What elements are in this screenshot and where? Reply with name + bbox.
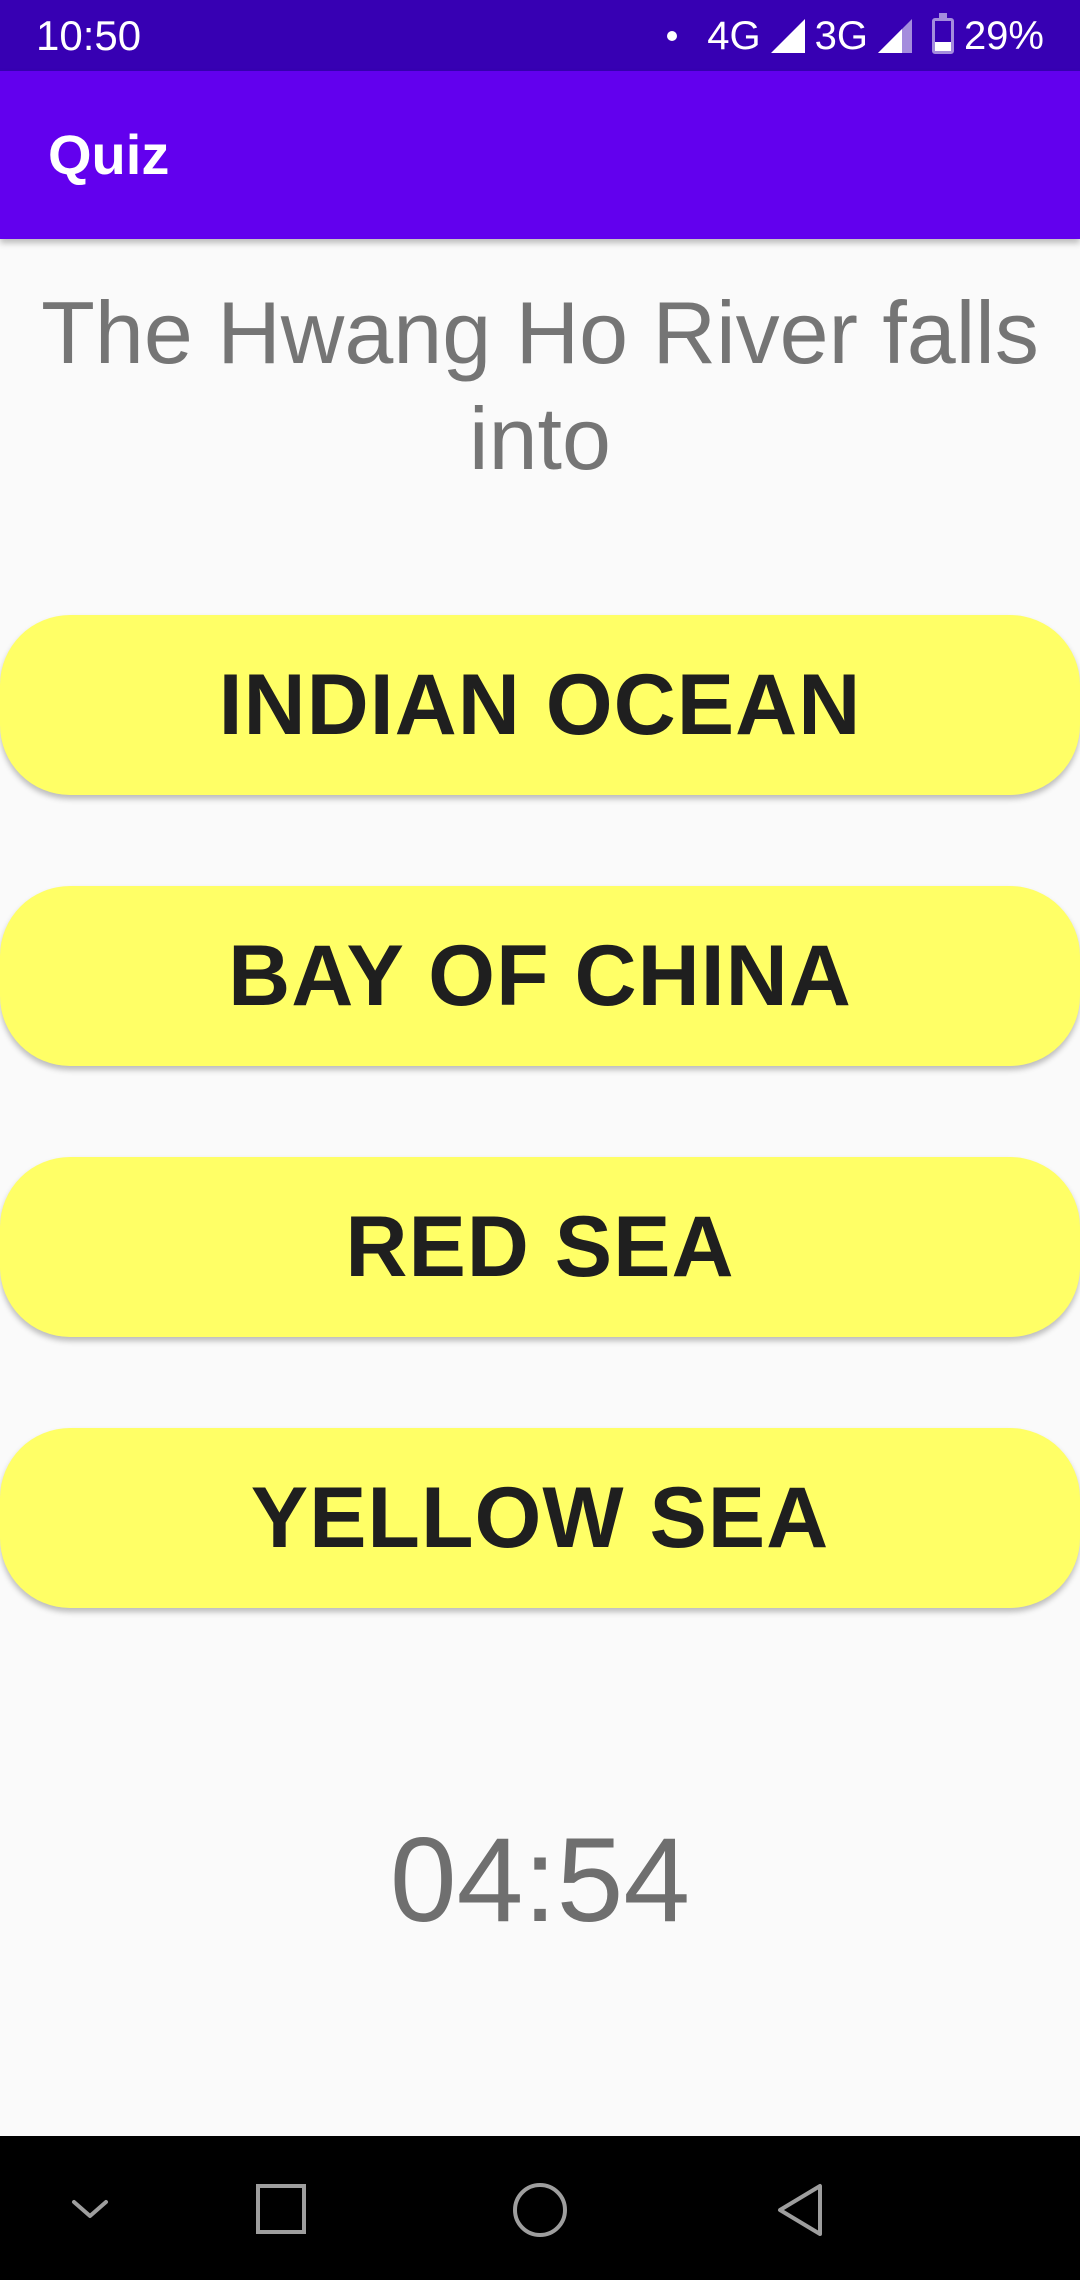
battery-percent: 29% <box>963 13 1044 58</box>
quiz-screen: 10:50 4G 3G 29% Quiz The Hwang Ho River … <box>0 0 1080 2280</box>
navigation-bar <box>0 2136 1080 2280</box>
notification-dot-icon <box>667 31 678 41</box>
chevron-down-icon[interactable] <box>68 2178 112 2243</box>
home-circle-icon[interactable] <box>510 2178 570 2243</box>
question-text: The Hwang Ho River falls into <box>41 283 1039 488</box>
answer-button-4[interactable]: YELLOW SEA <box>0 1428 1080 1608</box>
app-bar: Quiz <box>0 71 1080 239</box>
signal-strength-icon <box>770 19 805 53</box>
app-title: Quiz <box>48 123 170 186</box>
signal-strength-icon <box>877 19 912 53</box>
network-4g-label: 4G <box>707 13 761 58</box>
answer-button-1[interactable]: INDIAN OCEAN <box>0 615 1080 795</box>
countdown-timer: 04:54 <box>389 1813 691 1947</box>
answer-button-3[interactable]: RED SEA <box>0 1157 1080 1337</box>
back-triangle-icon[interactable] <box>770 2178 830 2243</box>
status-time: 10:50 <box>36 12 142 59</box>
answer-button-2[interactable]: BAY OF CHINA <box>0 886 1080 1066</box>
battery-icon <box>931 13 954 54</box>
status-icons: 4G 3G 29% <box>657 12 1044 60</box>
battery-level <box>934 42 951 51</box>
network-3g-label: 3G <box>814 13 868 58</box>
recents-square-icon[interactable] <box>252 2178 312 2243</box>
status-bar: 10:50 4G 3G 29% <box>0 0 1080 71</box>
